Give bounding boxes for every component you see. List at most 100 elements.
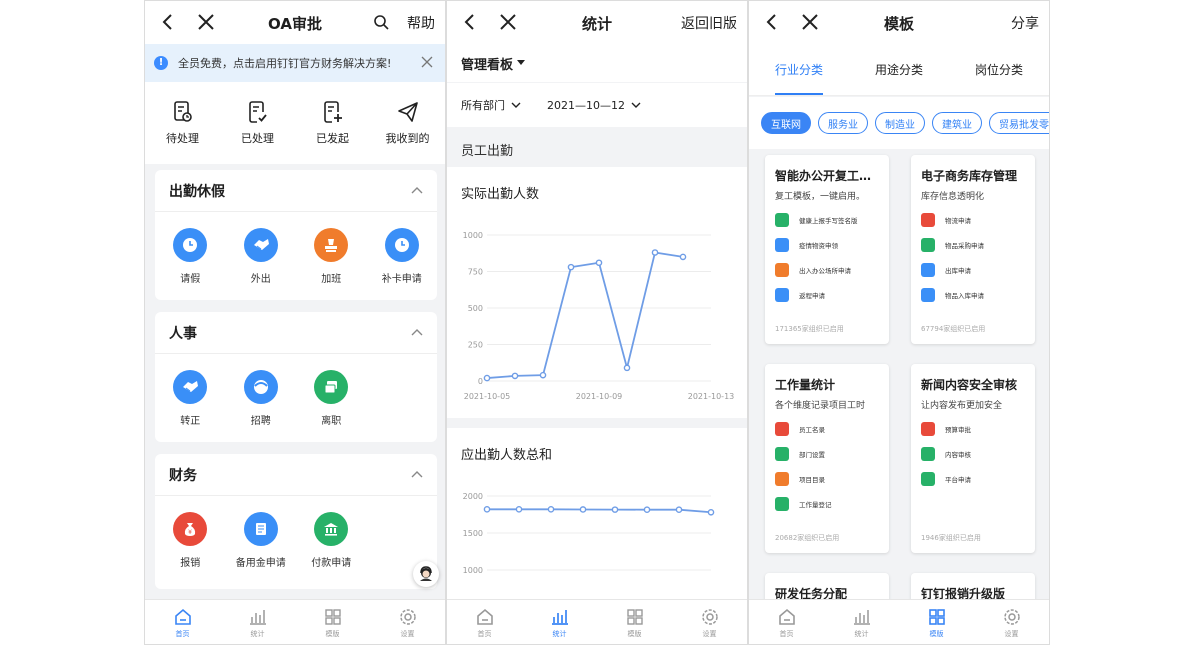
chip-manufacturing[interactable]: 制造业: [875, 112, 925, 134]
data-point: [511, 372, 519, 380]
return-old-version-button[interactable]: 返回旧版: [681, 13, 737, 33]
template-card[interactable]: 智能办公开复工… 复工模板，一键启用。 健康上报手写签名版 疫情物资申领 出入办…: [765, 155, 889, 344]
money-bag-icon: ¥: [173, 512, 208, 546]
template-title: 智能办公开复工…: [775, 169, 872, 183]
data-point: [675, 506, 683, 513]
app-label: 转正: [180, 416, 201, 427]
y-tick-label: 2000: [463, 492, 483, 501]
promo-notice[interactable]: ! 全员免费，点击启用钉钉官方财务解决方案!: [145, 44, 445, 82]
top-bar: 统计 返回旧版: [447, 1, 747, 44]
tab-templates[interactable]: 模版: [295, 600, 370, 644]
tab-templates[interactable]: 模版: [597, 600, 672, 644]
tab-label: 模版: [325, 630, 340, 638]
tab-label: 统计: [250, 630, 265, 638]
tab-settings[interactable]: 设置: [672, 600, 747, 644]
tab-home[interactable]: 首页: [447, 600, 522, 644]
expected-attendance-card: 应出勤人数总和 1000 1500 2000: [447, 428, 747, 603]
chevron-up-icon[interactable]: [411, 186, 423, 194]
app-regularization[interactable]: 转正: [155, 370, 226, 427]
tab-settings[interactable]: 设置: [974, 600, 1049, 644]
item-label: 疫情物资申领: [799, 242, 838, 250]
department-label: 所有部门: [461, 99, 505, 112]
share-button[interactable]: 分享: [1011, 13, 1039, 33]
tab-home[interactable]: 首页: [749, 600, 824, 644]
chip-internet[interactable]: 互联网: [761, 112, 811, 134]
close-notice-icon[interactable]: [421, 56, 433, 68]
chevron-up-icon[interactable]: [411, 470, 423, 478]
usage-count: 20682家组织已启用: [775, 534, 840, 542]
template-item: 工作量登记: [775, 497, 832, 511]
tab-settings[interactable]: 设置: [370, 600, 445, 644]
grid-icon: [626, 609, 643, 625]
template-title: 新闻内容安全审核: [921, 378, 1018, 392]
tab-position[interactable]: 岗位分类: [949, 44, 1049, 95]
chevron-up-icon[interactable]: [411, 328, 423, 336]
item-label: 预算审批: [945, 426, 971, 434]
template-card[interactable]: 工作量统计 各个维度记录项目工时 员工名录 部门设置 项目目录 工作量登记 20…: [765, 364, 889, 553]
dashboard-selector[interactable]: 管理看板: [447, 44, 747, 82]
new-doc-icon: [323, 101, 342, 123]
tab-label: 模版: [627, 630, 642, 638]
info-icon: !: [154, 56, 168, 70]
template-item: 物品入库申请: [921, 288, 984, 302]
template-card[interactable]: 电子商务库存管理 库存信息透明化 物流申请 物品采购申请 出库申请 物品入库申请…: [911, 155, 1035, 344]
data-point: [707, 508, 715, 516]
cards-icon: [314, 370, 349, 404]
app-outing[interactable]: 外出: [226, 228, 297, 285]
chip-trade[interactable]: 贸易批发零售: [989, 112, 1049, 134]
app-overtime[interactable]: 加班: [296, 228, 367, 285]
section-title: 财务: [155, 454, 437, 496]
tab-stats[interactable]: 统计: [522, 600, 597, 644]
pending-doc-icon: [173, 101, 192, 122]
quick-initiated[interactable]: 已发起: [295, 82, 370, 164]
item-label: 物流申请: [945, 217, 971, 225]
usage-count: 67794家组织已启用: [921, 325, 986, 333]
tab-home[interactable]: 首页: [145, 600, 220, 644]
app-resign[interactable]: 离职: [296, 370, 367, 427]
customer-service-button[interactable]: [413, 561, 439, 587]
template-title: 工作量统计: [775, 378, 836, 392]
quick-pending[interactable]: 待处理: [145, 82, 220, 164]
app-punch-fix[interactable]: 补卡申请: [367, 228, 438, 285]
quick-received[interactable]: 我收到的: [370, 82, 445, 164]
filter-bar: 所有部门 2021—10—12: [447, 83, 747, 127]
tab-stats[interactable]: 统计: [824, 600, 899, 644]
tab-label: 模版: [929, 630, 944, 638]
app-reimburse[interactable]: ¥ 报销: [155, 512, 226, 569]
app-recruit[interactable]: 招聘: [226, 370, 297, 427]
y-tick-label: 1000: [463, 566, 483, 575]
item-label: 员工名录: [799, 426, 825, 434]
chip-service[interactable]: 服务业: [818, 112, 868, 134]
app-payment[interactable]: 付款申请: [296, 512, 367, 569]
category-tabs: 行业分类 用途分类 岗位分类: [749, 44, 1049, 96]
chip-construction[interactable]: 建筑业: [932, 112, 982, 134]
department-filter[interactable]: 所有部门: [461, 97, 521, 113]
date-filter[interactable]: 2021—10—12: [547, 99, 641, 112]
data-point: [539, 371, 547, 379]
tab-templates[interactable]: 模版: [899, 600, 974, 644]
app-petty-cash[interactable]: 备用金申请: [226, 512, 297, 569]
search-icon[interactable]: [373, 14, 389, 30]
section-finance: 财务 ¥ 报销 备用金申请 付款申请: [155, 454, 437, 589]
app-leave[interactable]: 请假: [155, 228, 226, 285]
template-card[interactable]: 新闻内容安全审核 让内容发布更加安全 预算审批 内容审核 平台申请 1946家组…: [911, 364, 1035, 553]
gear-icon: [701, 609, 718, 625]
tab-stats[interactable]: 统计: [220, 600, 295, 644]
bar-chart-icon: [249, 610, 266, 625]
home-icon: [476, 608, 493, 625]
template-item: 物流申请: [921, 213, 971, 227]
gear-icon: [399, 609, 416, 625]
item-label: 物品入库申请: [945, 292, 984, 300]
item-label: 出库申请: [945, 267, 971, 275]
section-title: 人事: [155, 312, 437, 354]
section-title: 出勤休假: [155, 170, 437, 212]
tab-industry[interactable]: 行业分类: [749, 44, 849, 95]
template-item: 返程申请: [775, 288, 825, 302]
form-icon: [775, 472, 789, 486]
app-label: 外出: [250, 274, 271, 285]
quick-processed[interactable]: 已处理: [220, 82, 295, 164]
help-button[interactable]: 帮助: [407, 13, 435, 33]
chevron-down-icon: [511, 102, 521, 108]
tab-purpose[interactable]: 用途分类: [849, 44, 949, 95]
quick-actions: 待处理 已处理 已发起 我收到的: [145, 82, 445, 164]
